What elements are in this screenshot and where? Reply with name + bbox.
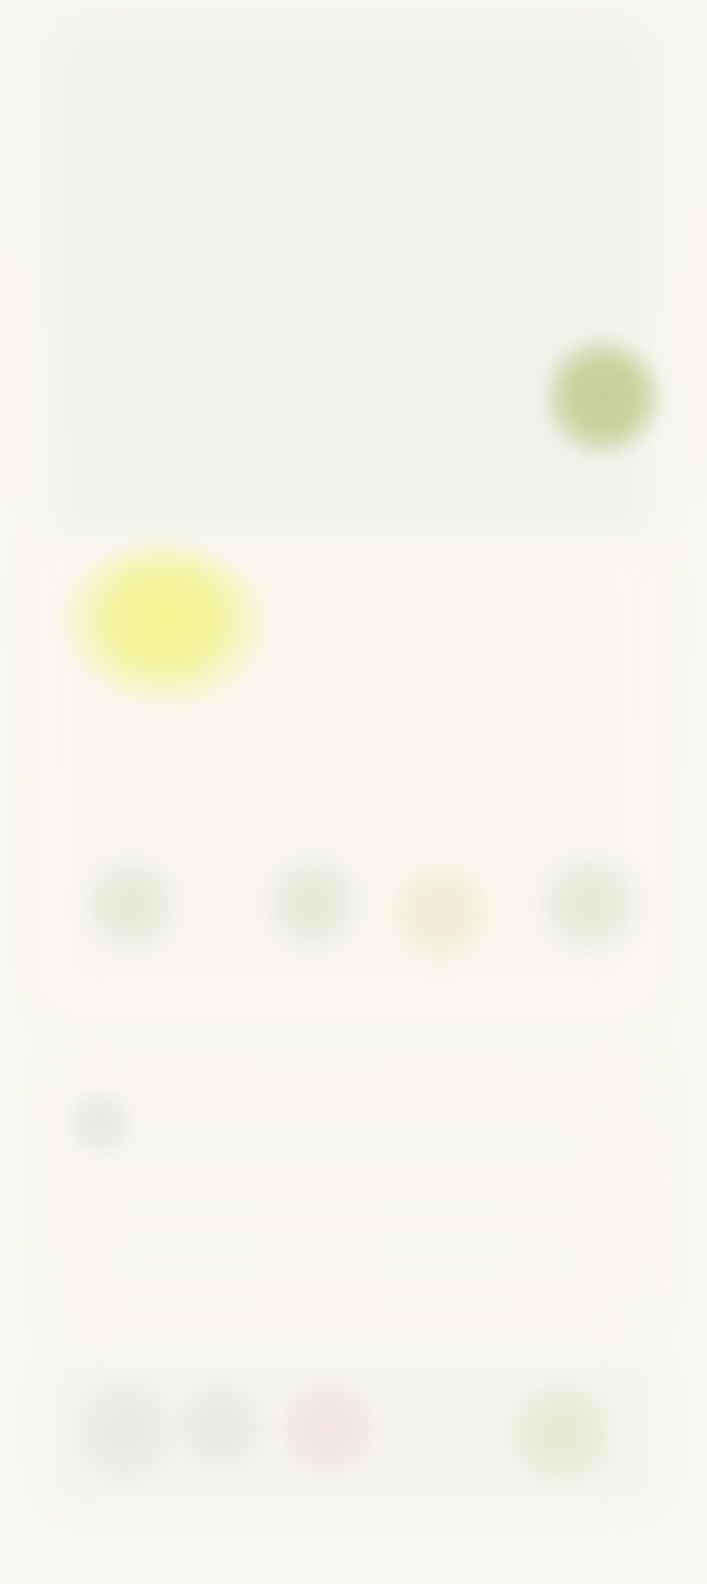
blurred-row bbox=[86, 1252, 611, 1280]
blurred-bottom-item bbox=[70, 1376, 180, 1486]
blurred-page bbox=[0, 0, 707, 1584]
blurred-row bbox=[86, 1196, 611, 1224]
blurred-row bbox=[86, 1125, 611, 1163]
green-circle-shape bbox=[544, 338, 662, 456]
blurred-bottom-item bbox=[508, 1380, 616, 1488]
blurred-tile bbox=[528, 850, 650, 958]
lower-section bbox=[48, 1048, 658, 1336]
blurred-bottom-item bbox=[278, 1378, 378, 1478]
blur-layer bbox=[0, 0, 707, 1584]
blurred-tile bbox=[258, 848, 368, 958]
blurred-tile bbox=[76, 850, 186, 960]
top-section bbox=[58, 30, 646, 535]
blurred-bottom-item bbox=[174, 1380, 266, 1472]
blurred-tile bbox=[385, 858, 495, 968]
blurred-avatar bbox=[66, 1088, 134, 1156]
